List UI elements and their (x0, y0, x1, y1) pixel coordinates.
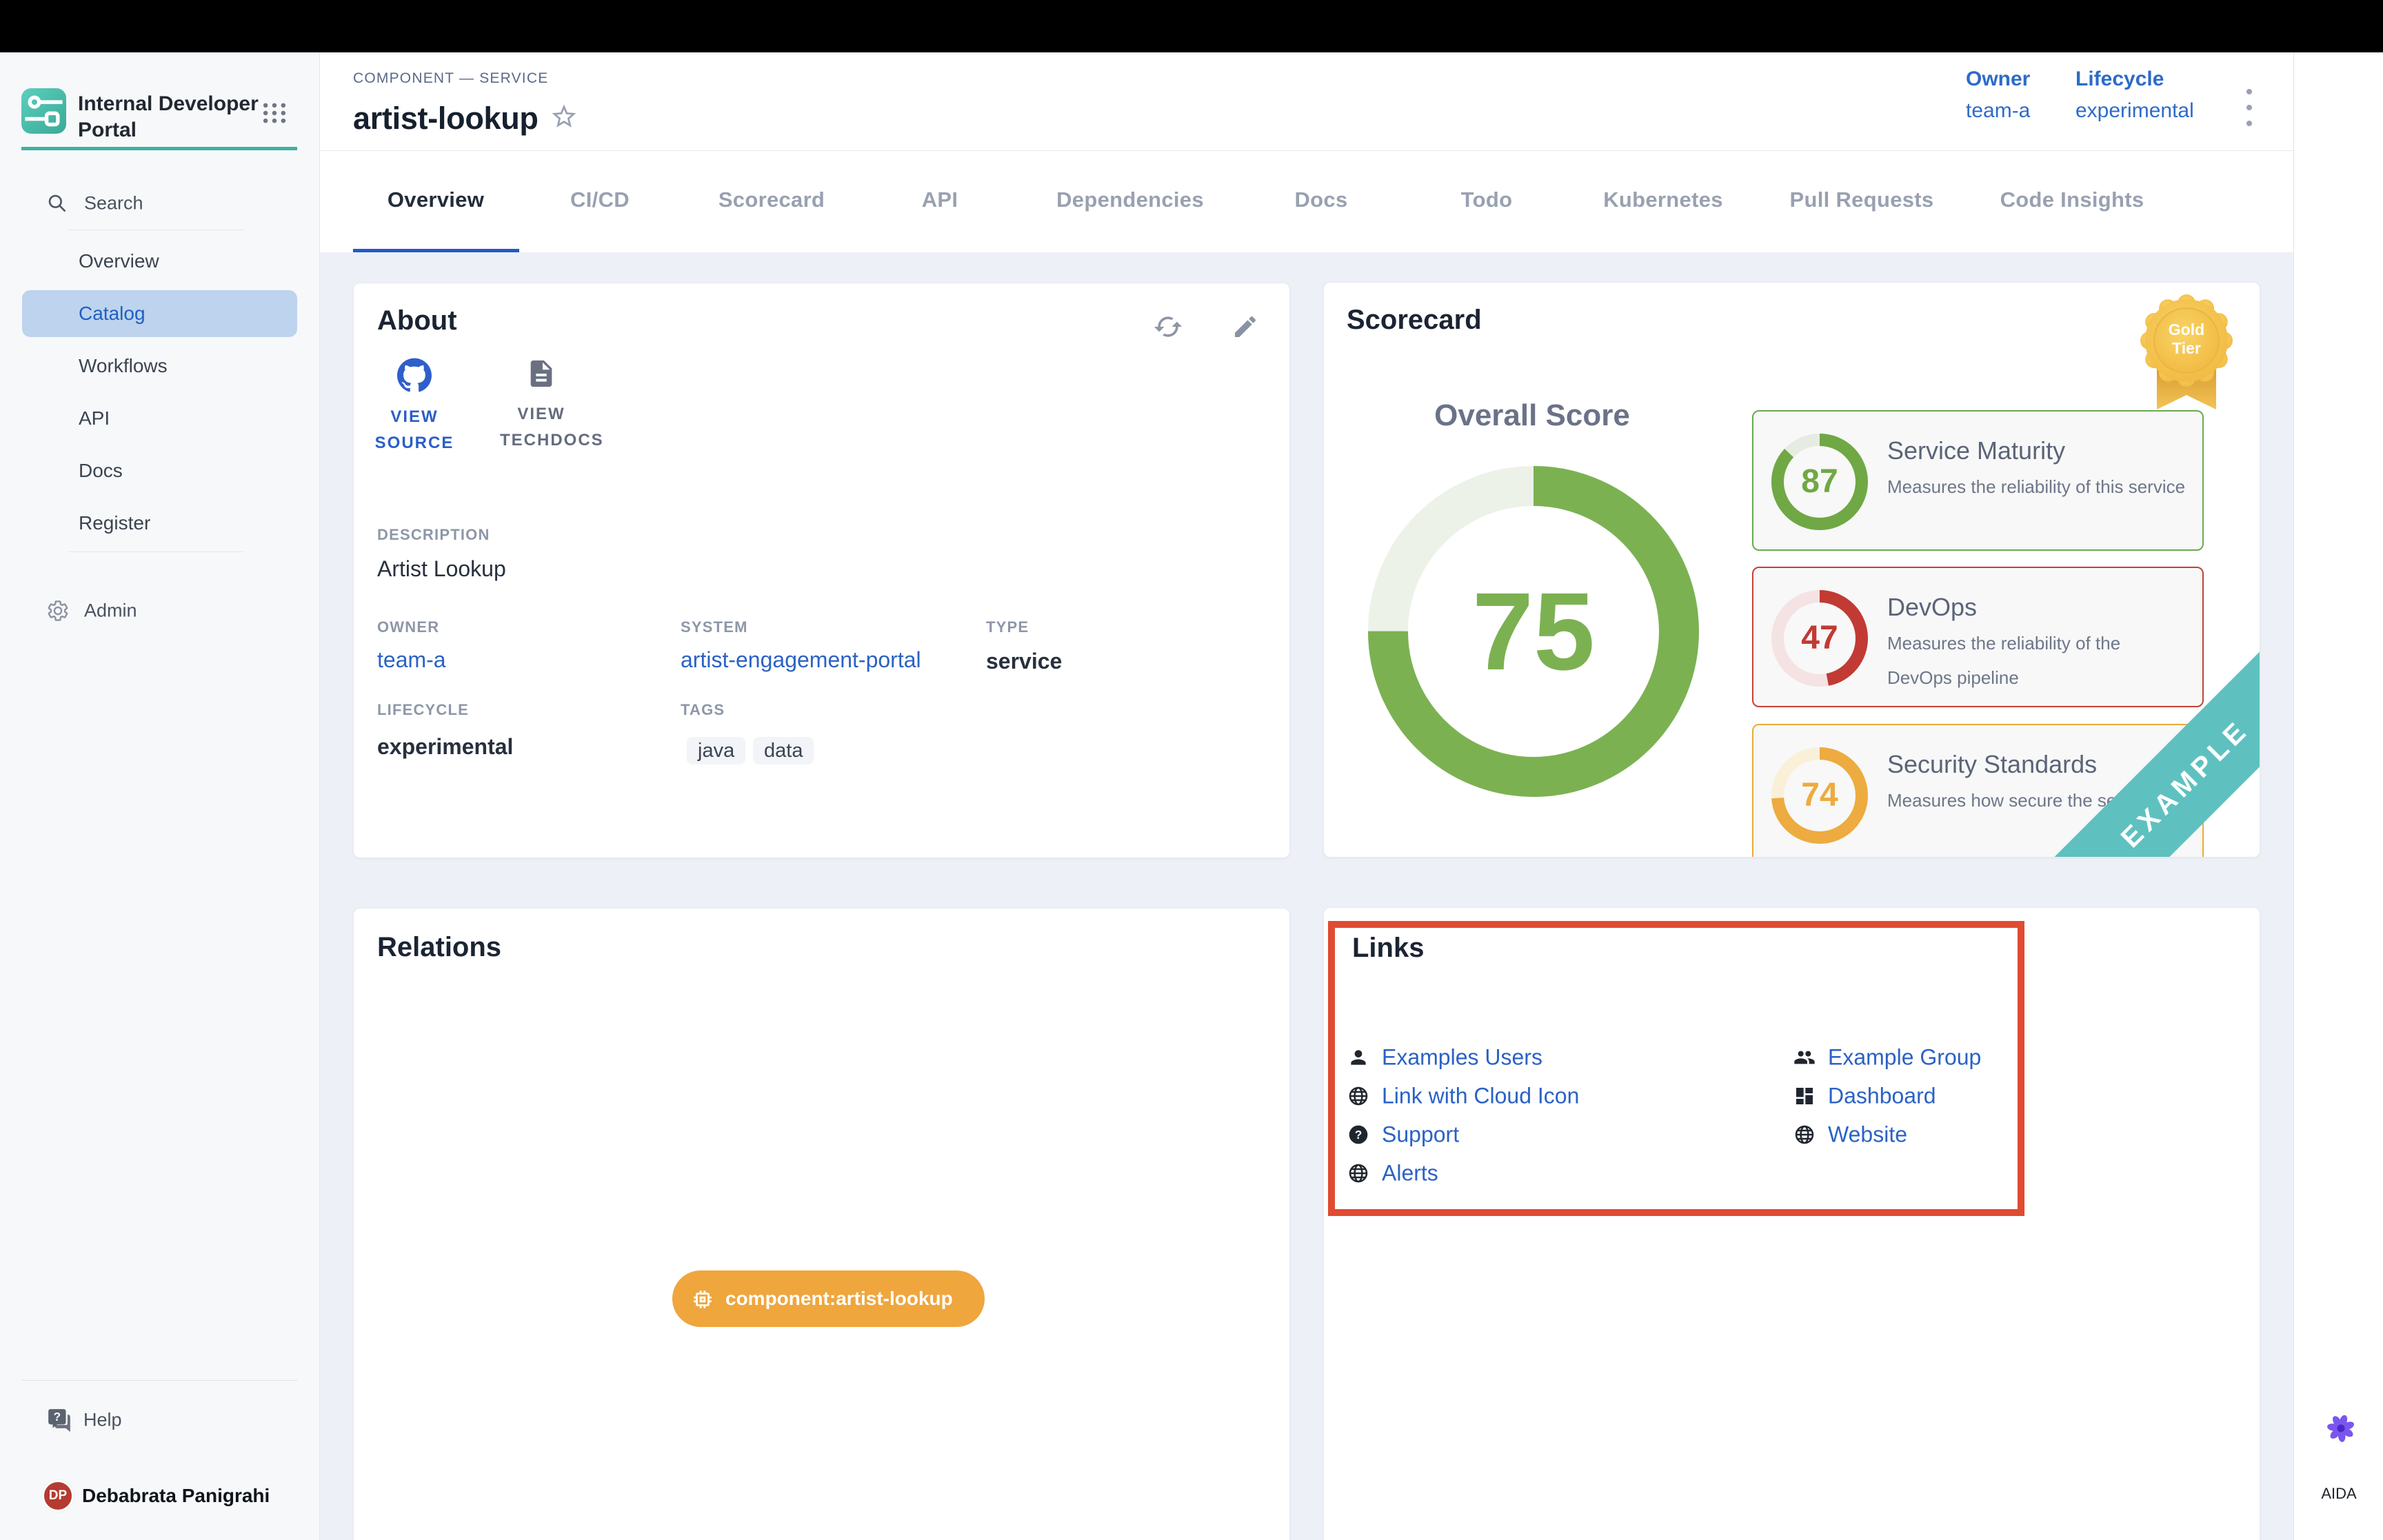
svg-text:Tier: Tier (2172, 339, 2201, 357)
svg-text:Gold: Gold (2169, 321, 2204, 338)
svg-text:?: ? (1355, 1128, 1363, 1142)
svg-text:?: ? (54, 1410, 61, 1424)
